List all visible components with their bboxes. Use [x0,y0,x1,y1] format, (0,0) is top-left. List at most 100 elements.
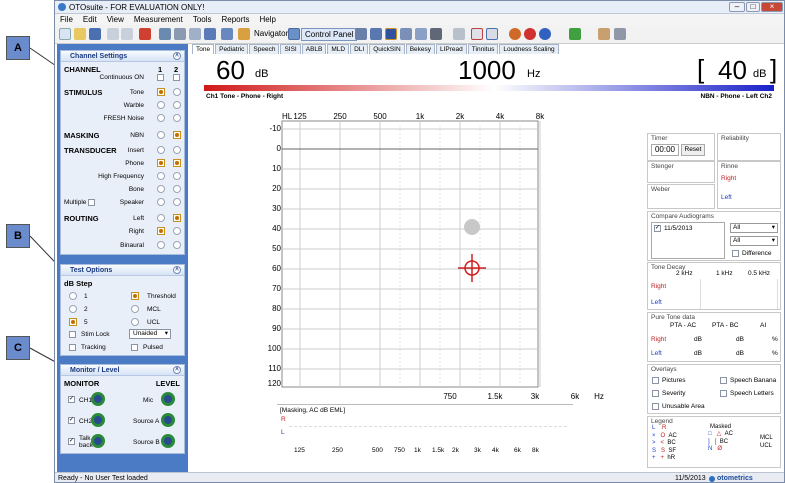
tab-loudness-scaling[interactable]: Loudness Scaling [499,44,559,54]
fresh-noise-ch1-radio[interactable] [157,114,165,122]
nbn-ch1-radio[interactable] [157,131,165,139]
phone-ch2-radio[interactable] [173,159,181,167]
tab-tinnitus[interactable]: Tinnitus [467,44,499,54]
tab-mld[interactable]: MLD [327,44,350,54]
lock-icon[interactable] [453,28,465,40]
talkback-knob[interactable] [91,434,105,448]
menu-file[interactable]: File [55,14,78,25]
tab-lipread[interactable]: LIPread [436,44,467,54]
test-options-header[interactable]: Test Options ˄ [61,265,184,276]
save-icon[interactable] [89,28,101,40]
compare-date-checkbox[interactable]: ✓ [654,225,661,232]
compare-filter-select-1[interactable]: All ▾ [730,223,778,233]
stim-lock-checkbox[interactable] [69,331,76,338]
headset-blue-icon[interactable] [539,28,551,40]
delete-icon[interactable] [139,28,151,40]
compare-filter-select-2[interactable]: All ▾ [730,236,778,246]
document-icon[interactable] [471,28,483,40]
menu-tools[interactable]: Tools [188,14,217,25]
navigator-button[interactable]: Navigator [251,28,291,41]
user-icon[interactable] [598,28,610,40]
view-audio-icon[interactable] [355,28,367,40]
control-panel-button[interactable]: Control Panel [301,28,358,41]
bone-ch1-radio[interactable] [157,185,165,193]
menu-edit[interactable]: Edit [78,14,102,25]
bone-ch2-radio[interactable] [173,185,181,193]
tone-ch2-radio[interactable] [173,88,181,96]
binaural-ch2-radio[interactable] [173,241,181,249]
monitor-level-header[interactable]: Monitor / Level ˄ [61,365,184,376]
binaural-ch1-radio[interactable] [157,241,165,249]
redo-icon[interactable] [121,28,133,40]
speaker-ch2-radio[interactable] [173,198,181,206]
close-button[interactable]: × [761,2,783,12]
open-icon[interactable] [74,28,86,40]
source-b-knob[interactable] [161,434,175,448]
tone-ch1-radio[interactable] [157,88,165,96]
insert-ch1-radio[interactable] [157,146,165,154]
minimize-button[interactable]: – [729,2,745,12]
checklist-icon[interactable] [486,28,498,40]
device-icon[interactable] [614,28,626,40]
multiple-checkbox[interactable] [88,199,95,206]
edit-icon[interactable] [159,28,171,40]
print-preview-icon[interactable] [189,28,201,40]
speaker-ch1-radio[interactable] [157,198,165,206]
tab-quicksin[interactable]: QuickSIN [369,44,405,54]
channel-settings-header[interactable]: Channel Settings ˄ [61,51,184,62]
collapse-icon[interactable]: ˄ [173,52,181,60]
tab-bekesy[interactable]: Bekesy [405,44,436,54]
talkback-checkbox[interactable]: ✓ [68,438,75,445]
navigator-icon[interactable] [238,28,250,40]
help-icon[interactable] [221,28,233,40]
ch2-monitor-checkbox[interactable]: ✓ [68,417,75,424]
ch1-monitor-knob[interactable] [91,392,105,406]
control-panel-icon[interactable] [288,28,300,40]
warble-ch1-radio[interactable] [157,101,165,109]
continuous-ch2-checkbox[interactable] [173,74,180,81]
export-icon[interactable] [204,28,216,40]
step-1-radio[interactable] [69,292,77,300]
menu-help[interactable]: Help [255,14,281,25]
fresh-noise-ch2-radio[interactable] [173,114,181,122]
collapse-icon[interactable]: ˄ [173,366,181,374]
maximize-button[interactable]: □ [746,2,760,12]
left-ch2-radio[interactable] [173,214,181,222]
step-2-radio[interactable] [69,305,77,313]
collapse-icon[interactable]: ˄ [173,266,181,274]
warble-ch2-radio[interactable] [173,101,181,109]
tab-sisi[interactable]: SISI [280,44,301,54]
source-a-knob[interactable] [161,413,175,427]
view-split-icon[interactable] [370,28,382,40]
threshold-radio[interactable] [131,292,139,300]
headset-icon[interactable] [509,28,521,40]
right-ch2-radio[interactable] [173,227,181,235]
menu-measurement[interactable]: Measurement [129,14,188,25]
ch1-tone-cursor-icon[interactable] [458,254,486,282]
phone-ch1-radio[interactable] [157,159,165,167]
insert-ch2-radio[interactable] [173,146,181,154]
settings-icon[interactable] [430,28,442,40]
mask-icon[interactable] [385,28,397,40]
mcl-radio[interactable] [131,305,139,313]
pictures-checkbox[interactable] [652,377,659,384]
left-ch1-radio[interactable] [157,214,165,222]
tab-tone[interactable]: Tone [192,44,215,54]
chart-icon[interactable] [400,28,412,40]
headset-red-icon[interactable] [524,28,536,40]
speech-letters-checkbox[interactable] [720,390,727,397]
unusable-area-checkbox[interactable] [652,403,659,410]
pulsed-checkbox[interactable] [131,344,138,351]
transfer-icon[interactable] [569,28,581,40]
step-5-radio[interactable] [69,318,77,326]
severity-checkbox[interactable] [652,390,659,397]
menu-view[interactable]: View [102,14,129,25]
tab-ablb[interactable]: ABLB [301,44,327,54]
difference-checkbox[interactable] [732,250,739,257]
right-ch1-radio[interactable] [157,227,165,235]
tab-speech[interactable]: Speech [249,44,280,54]
high-frequency-ch2-radio[interactable] [173,172,181,180]
layout-icon[interactable] [415,28,427,40]
ch1-monitor-checkbox[interactable]: ✓ [68,396,75,403]
timer-reset-button[interactable]: Reset [681,144,705,156]
